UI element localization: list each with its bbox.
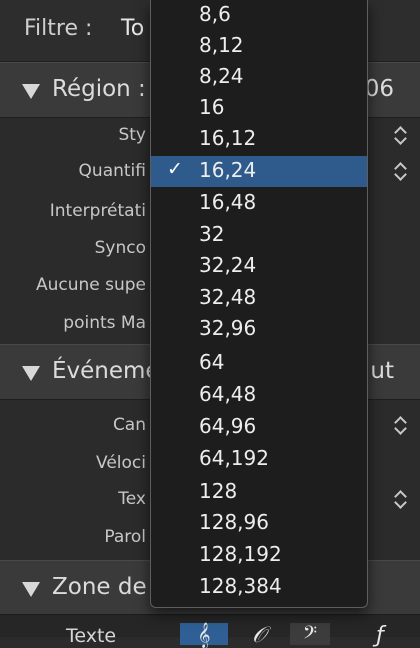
param-label: Can [112,415,146,435]
param-label: Sty [118,125,146,145]
stepper-arrows-icon[interactable] [394,488,408,510]
stepper-arrows-icon[interactable] [394,124,408,146]
filter-label: Filtre : [24,16,93,41]
bass-clef-icon[interactable]: 𝄢 [290,623,330,648]
menu-item-label: 32,24 [199,253,257,277]
menu-item[interactable]: 32,48 [151,283,367,314]
events-section-title: Événeme [52,358,160,384]
menu-item[interactable]: 8,24 [151,62,367,93]
menu-item-label: 32,96 [199,316,257,340]
menu-item-label: 8,24 [199,64,244,88]
menu-item-label: 32 [199,222,225,246]
disclosure-triangle-icon[interactable] [22,582,40,597]
filter-popup[interactable]: To [121,16,144,41]
stepper-arrows-icon[interactable] [394,414,408,436]
menu-item[interactable]: 64,96 [151,412,367,443]
menu-item-label: 64 [199,350,225,374]
param-label: points Ma [63,313,146,333]
param-label: Véloci [96,453,146,473]
menu-item[interactable]: 64,192 [151,444,367,475]
param-label: Tex [118,489,146,509]
menu-item[interactable]: 128 [151,477,367,508]
menu-item-label: 32,48 [199,285,257,309]
text-label: Texte [66,625,117,647]
menu-item-label: 16,48 [199,190,257,214]
menu-item[interactable]: 128,384 [151,572,367,603]
menu-item[interactable]: 64,48 [151,380,367,411]
menu-item-label: 64,96 [199,414,257,438]
menu-item-label: 128,192 [199,542,282,566]
dynamics-icon[interactable]: ƒ [360,623,400,648]
menu-item-label: 16 [199,95,225,119]
menu-item[interactable]: 32 [151,220,367,251]
disclosure-triangle-icon[interactable] [22,366,40,381]
region-name-value: 06 [364,76,394,102]
disclosure-triangle-icon[interactable] [22,84,40,99]
menu-item-label: 64,192 [199,446,269,470]
menu-item[interactable]: 128,192 [151,540,367,571]
events-selection-value: ut [370,358,394,384]
menu-item-label: 16,24 [199,158,257,182]
menu-item-label: 128 [199,479,238,503]
param-label: Synco [94,238,146,258]
menu-item[interactable]: 8,12 [151,31,367,62]
menu-item-label: 8,6 [199,2,231,26]
param-label: Aucune supe [35,275,146,295]
menu-item-label: 128,384 [199,574,282,598]
menu-item[interactable]: 128,96 [151,508,367,539]
param-label: Parol [104,527,146,547]
menu-item-selected[interactable]: ✓ 16,24 [151,156,367,187]
menu-item[interactable]: 16,12 [151,124,367,155]
treble-clef-icon[interactable]: 𝄞 [180,623,228,648]
menu-item[interactable]: 8,6 [151,0,367,31]
checkmark-icon: ✓ [167,158,183,180]
menu-item-label: 16,12 [199,126,257,150]
quantize-dropdown-menu: 8,6 8,12 8,24 16 16,12 ✓ 16,24 16,48 32 3… [150,0,368,608]
menu-item[interactable]: 32,96 [151,314,367,345]
menu-item[interactable]: 16,48 [151,188,367,219]
menu-item-label: 128,96 [199,510,269,534]
menu-item-label: 8,12 [199,33,244,57]
zone-section-title: Zone de [52,574,147,600]
grace-note-icon[interactable]: 𝒪 [238,623,280,648]
menu-item-label: 64,48 [199,382,257,406]
menu-item[interactable]: 16 [151,93,367,124]
text-style-row: Texte 𝄞 𝒪 𝄢 ƒ [0,614,420,648]
stepper-arrows-icon[interactable] [394,160,408,182]
param-label: Quantifi [78,161,146,181]
menu-item[interactable]: 64 [151,348,367,379]
menu-item[interactable]: 32,24 [151,251,367,282]
region-section-title: Région : [52,76,146,102]
param-label: Interprétati [49,201,146,221]
